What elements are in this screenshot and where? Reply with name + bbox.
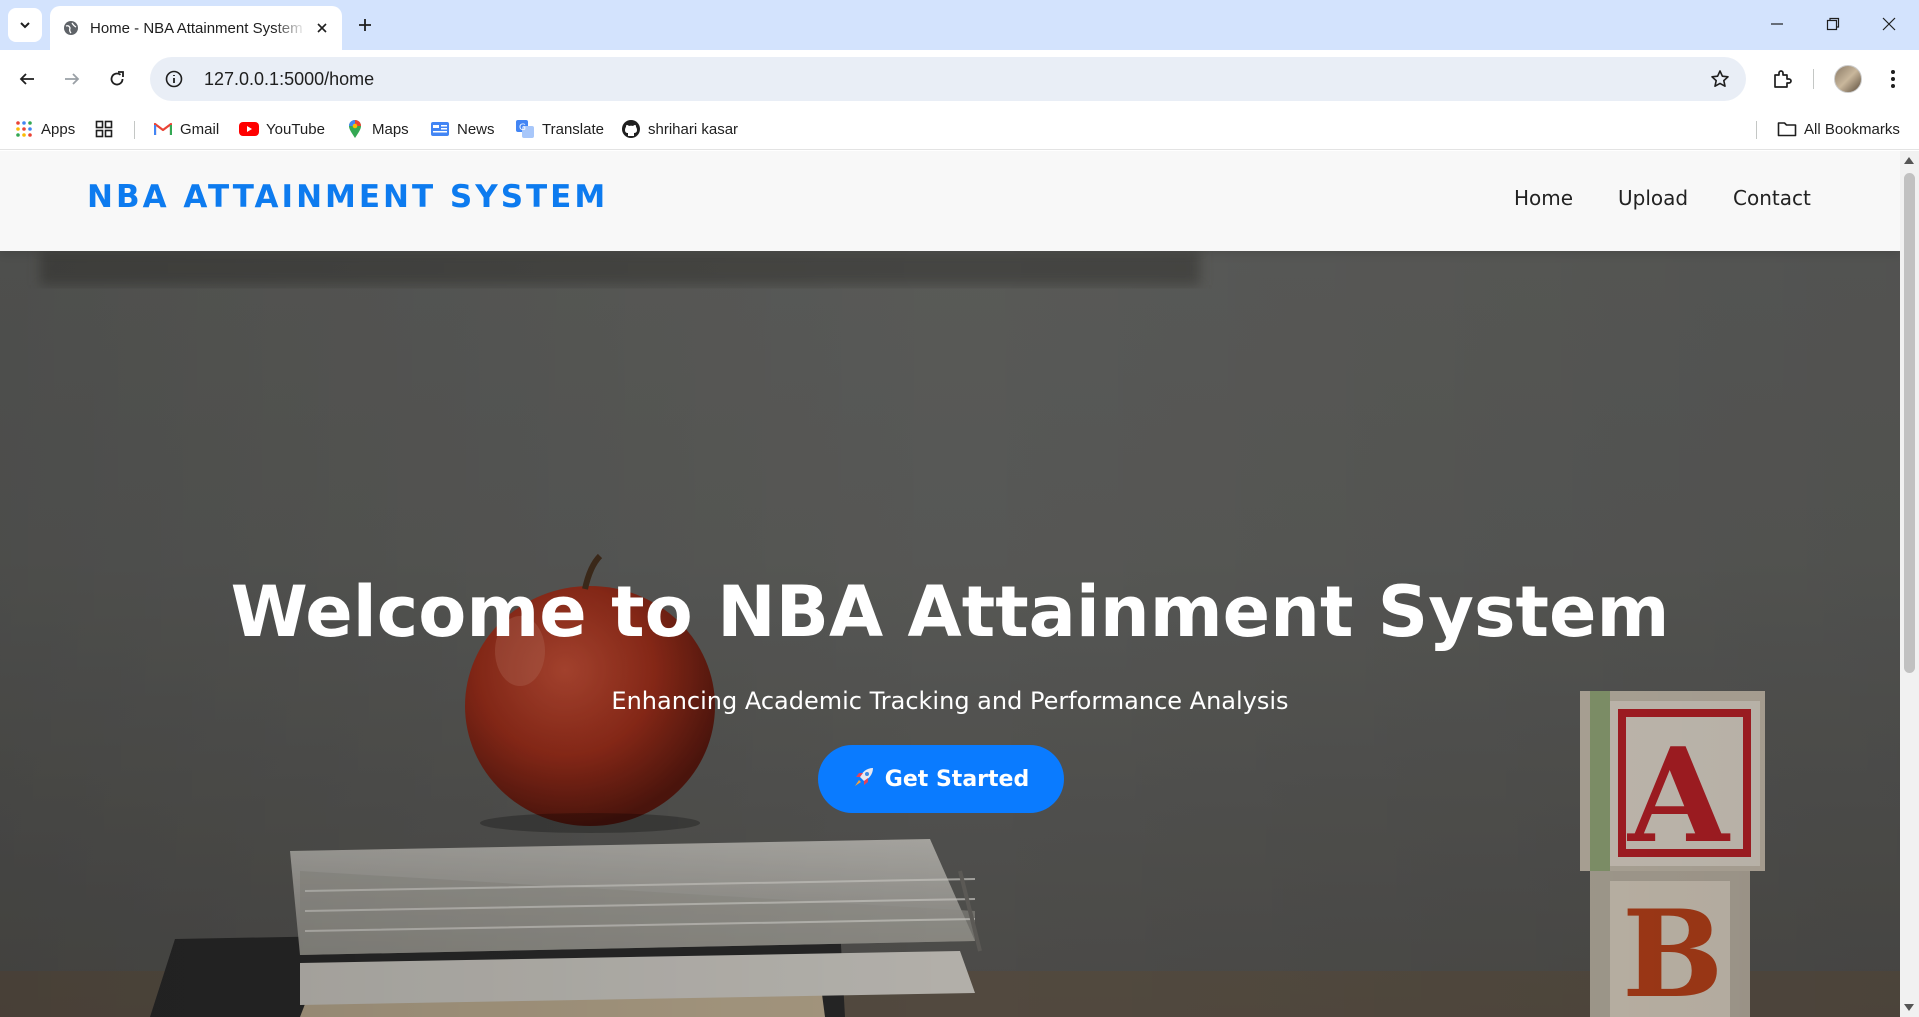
tab-search-button[interactable] <box>8 8 42 42</box>
back-button[interactable] <box>9 61 45 97</box>
reload-icon <box>110 71 124 86</box>
translate-icon: G <box>515 119 535 139</box>
news-icon <box>430 119 450 139</box>
globe-icon <box>62 19 80 37</box>
bookmark-label: Translate <box>542 120 604 138</box>
scrollbar-thumb[interactable] <box>1904 173 1915 673</box>
svg-text:G: G <box>519 123 526 133</box>
arrow-left-icon <box>19 73 34 85</box>
site-brand[interactable]: NBA ATTAINMENT SYSTEM <box>87 179 608 215</box>
bookmark-translate[interactable]: G Translate <box>515 116 604 142</box>
bookmark-label: YouTube <box>266 120 325 138</box>
get-started-button[interactable]: Get Started <box>818 745 1064 813</box>
close-tab-icon[interactable] <box>312 18 332 38</box>
close-icon <box>1882 17 1896 31</box>
bookmarks-bar: Apps Gmail YouTube Maps News G Translate <box>0 108 1919 150</box>
bookmark-maps[interactable]: Maps <box>345 116 409 142</box>
forward-button[interactable] <box>54 61 90 97</box>
restore-button[interactable] <box>1810 6 1856 42</box>
reload-button[interactable] <box>99 61 135 97</box>
nav-link-upload[interactable]: Upload <box>1618 186 1688 210</box>
maps-pin-icon <box>345 119 365 139</box>
github-icon <box>621 119 641 139</box>
hero-section: B A Welcome to NBA Attainment System Enh… <box>0 251 1900 1017</box>
minimize-button[interactable] <box>1754 6 1800 42</box>
plus-icon <box>359 19 371 31</box>
gmail-icon <box>153 119 173 139</box>
page-scrollbar[interactable] <box>1900 151 1919 1017</box>
menu-kebab-icon[interactable] <box>1875 61 1911 97</box>
get-started-label: Get Started <box>884 766 1030 792</box>
bookmark-label: Maps <box>372 120 409 138</box>
page-viewport: NBA ATTAINMENT SYSTEM Home Upload Contac… <box>0 151 1900 1017</box>
extensions-icon[interactable] <box>1764 61 1800 97</box>
bookmark-divider <box>1756 121 1757 139</box>
site-info-icon[interactable] <box>152 57 196 101</box>
browser-toolbar: 127.0.0.1:5000/home <box>0 50 1919 108</box>
chevron-down-icon <box>20 22 30 29</box>
bookmark-label: shrihari kasar <box>648 120 739 138</box>
bookmark-divider <box>134 121 135 139</box>
bookmark-label: All Bookmarks <box>1804 120 1900 138</box>
nav-link-contact[interactable]: Contact <box>1733 186 1811 210</box>
minimize-icon <box>1771 23 1783 25</box>
bookmark-star-icon[interactable] <box>1700 59 1740 99</box>
browser-tab-active[interactable]: Home - NBA Attainment System <box>50 6 342 50</box>
restore-icon <box>1826 17 1840 31</box>
tab-title: Home - NBA Attainment System <box>90 19 303 37</box>
arrow-right-icon <box>65 73 80 85</box>
close-window-button[interactable] <box>1866 6 1912 42</box>
bookmark-label: Apps <box>41 120 76 138</box>
folder-icon <box>1777 119 1797 139</box>
youtube-icon <box>239 119 259 139</box>
bookmark-gmail[interactable]: Gmail <box>153 116 219 142</box>
apps-grid-icon <box>14 119 34 139</box>
address-bar[interactable]: 127.0.0.1:5000/home <box>150 57 1746 101</box>
hero-title: Welcome to NBA Attainment System <box>230 571 1670 653</box>
new-tab-button[interactable] <box>350 10 380 40</box>
bookmark-label: News <box>457 120 495 138</box>
tab-strip: Home - NBA Attainment System <box>0 0 1919 50</box>
bookmark-news[interactable]: News <box>430 116 495 142</box>
hero-subtitle: Enhancing Academic Tracking and Performa… <box>611 687 1289 715</box>
bookmark-apps[interactable]: Apps <box>14 116 75 142</box>
scroll-up-arrow[interactable] <box>1904 157 1914 164</box>
site-navbar: NBA ATTAINMENT SYSTEM Home Upload Contac… <box>0 151 1900 251</box>
rocket-icon <box>853 766 875 793</box>
url-text[interactable]: 127.0.0.1:5000/home <box>204 69 1700 90</box>
toolbar-divider <box>1813 69 1814 89</box>
profile-avatar[interactable] <box>1834 65 1862 93</box>
all-bookmarks-button[interactable]: All Bookmarks <box>1777 116 1900 142</box>
bookmark-tab-groups[interactable] <box>94 116 121 142</box>
bookmark-shrihari-kasar[interactable]: shrihari kasar <box>621 116 738 142</box>
tab-groups-icon <box>94 119 114 139</box>
nav-link-home[interactable]: Home <box>1514 186 1573 210</box>
scroll-down-arrow[interactable] <box>1904 1004 1914 1011</box>
bookmark-label: Gmail <box>180 120 220 138</box>
bookmark-youtube[interactable]: YouTube <box>239 116 325 142</box>
